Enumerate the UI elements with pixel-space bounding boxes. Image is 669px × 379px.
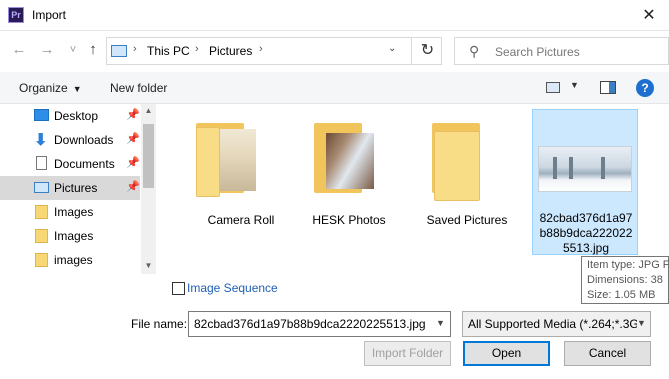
image-sequence-label[interactable]: Image Sequence — [187, 281, 278, 295]
image-sequence-checkbox[interactable] — [172, 282, 185, 295]
file-name-label: File name: — [131, 317, 188, 331]
file-name-line: b88b9dca222022 — [539, 226, 633, 240]
organize-button[interactable]: Organize ▼ — [19, 81, 82, 95]
breadcrumb-separator: › — [195, 43, 199, 55]
view-options-chevron-icon[interactable]: ▼ — [570, 80, 579, 90]
desktop-icon — [34, 109, 49, 121]
sidebar-item-label: Downloads — [54, 133, 114, 147]
file-name-field[interactable]: 82cbad376d1a97b88b9dca2220225513.jpg ▼ — [188, 311, 451, 337]
address-bar[interactable]: › This PC › Pictures › ⌄ ↻ — [106, 37, 442, 65]
tooltip-size: Size: 1.05 MB — [587, 289, 656, 301]
file-type-value: All Supported Media (*.264;*.3G — [468, 317, 639, 331]
folder-preview-thumbnail — [326, 133, 374, 189]
sidebar-item-pictures[interactable]: Pictures 📌 — [0, 176, 140, 200]
file-type-select[interactable]: All Supported Media (*.264;*.3G ▼ — [462, 311, 651, 337]
pin-icon: 📌 — [126, 109, 140, 121]
file-name: HESK Photos — [312, 213, 386, 227]
sidebar-item-images[interactable]: Images — [0, 224, 140, 248]
chevron-down-icon: ▼ — [637, 318, 646, 328]
tooltip-item-type: Item type: JPG F — [587, 259, 669, 271]
chevron-down-icon: ▼ — [72, 84, 82, 94]
breadcrumb-pictures[interactable]: Pictures — [209, 44, 252, 58]
folder-preview-thumbnail — [218, 129, 256, 191]
breadcrumb-this-pc[interactable]: This PC — [147, 44, 190, 58]
title-bar: Pr Import ✕ — [0, 0, 669, 31]
folder-front-icon — [434, 131, 480, 201]
import-folder-button[interactable]: Import Folder — [364, 341, 451, 366]
search-input[interactable]: Search Pictures — [495, 45, 580, 59]
sidebar-item-label: Pictures — [54, 181, 98, 195]
pin-icon: 📌 — [126, 157, 140, 169]
sidebar-item-label: images — [54, 253, 93, 267]
sidebar-item-images-lowercase[interactable]: images — [0, 248, 140, 272]
file-item-image-selected[interactable]: 82cbad376d1a97 b88b9dca222022 5513.jpg — [532, 109, 638, 255]
command-bar: Organize ▼ New folder ▼ ? — [0, 72, 669, 104]
file-name-line: 5513.jpg — [562, 241, 610, 255]
sidebar-item-label: Images — [54, 205, 94, 219]
file-name-value: 82cbad376d1a97b88b9dca2220225513.jpg — [194, 317, 426, 331]
file-list: Camera Roll HESK Photos Saved Pictures 8… — [156, 104, 669, 274]
file-info-tooltip: Item type: JPG F Dimensions: 38 Size: 1.… — [581, 256, 669, 304]
file-name: Camera Roll — [207, 213, 275, 227]
new-folder-button[interactable]: New folder — [110, 81, 167, 95]
recent-locations-button[interactable]: ˅ — [62, 38, 84, 62]
help-icon[interactable]: ? — [636, 79, 654, 97]
image-thumbnail — [538, 146, 632, 192]
document-icon — [36, 156, 47, 170]
search-box[interactable]: ⚲ Search Pictures — [454, 37, 669, 65]
breadcrumb-separator: › — [259, 43, 263, 55]
folder-icon — [35, 229, 48, 243]
close-button[interactable]: ✕ — [632, 3, 666, 29]
file-item-camera-roll[interactable]: Camera Roll — [188, 109, 294, 255]
folder-icon — [35, 253, 48, 267]
pin-icon: 📌 — [126, 133, 140, 145]
sidebar-scrollbar-thumb[interactable] — [143, 124, 154, 188]
premiere-app-icon: Pr — [8, 7, 24, 23]
pin-icon: 📌 — [126, 181, 140, 193]
preview-pane-icon[interactable] — [600, 81, 616, 94]
sidebar-item-desktop[interactable]: Desktop 📌 — [0, 104, 140, 128]
window-title: Import — [32, 8, 67, 22]
refresh-button[interactable]: ↻ — [411, 38, 443, 64]
up-button[interactable]: ↑ — [82, 38, 104, 62]
sidebar-item-label: Documents — [54, 157, 115, 171]
file-item-hesk-photos[interactable]: HESK Photos — [296, 109, 402, 255]
folder-icon — [35, 205, 48, 219]
back-button[interactable]: ← — [8, 38, 30, 62]
sidebar-item-images[interactable]: Images — [0, 200, 140, 224]
file-item-saved-pictures[interactable]: Saved Pictures — [414, 109, 520, 255]
forward-button[interactable]: → — [36, 38, 58, 62]
search-icon: ⚲ — [469, 43, 480, 59]
open-button[interactable]: Open — [463, 341, 550, 366]
sidebar-item-label: Desktop — [54, 109, 99, 123]
organize-label: Organize — [19, 81, 68, 95]
chevron-down-icon[interactable]: ▼ — [436, 318, 445, 328]
sidebar-item-documents[interactable]: Documents 📌 — [0, 152, 140, 176]
scroll-up-arrow-icon[interactable]: ▲ — [141, 106, 156, 115]
scroll-down-arrow-icon[interactable]: ▼ — [141, 261, 156, 270]
pictures-icon — [34, 182, 49, 193]
download-icon: ⬇ — [34, 132, 48, 149]
sidebar-item-label: Images — [54, 229, 94, 243]
file-name: Saved Pictures — [426, 213, 508, 227]
tooltip-dimensions: Dimensions: 38 — [587, 274, 663, 286]
folder-front-icon — [196, 127, 220, 197]
address-dropdown-icon[interactable]: ⌄ — [388, 43, 396, 54]
cancel-button[interactable]: Cancel — [564, 341, 651, 366]
file-name-line: 82cbad376d1a97 — [539, 211, 633, 225]
pictures-location-icon — [111, 45, 127, 57]
breadcrumb-separator: › — [133, 43, 137, 55]
navigation-pane: Desktop 📌 ⬇ Downloads 📌 Documents 📌 Pict… — [0, 104, 156, 274]
change-view-icon[interactable] — [546, 82, 560, 93]
sidebar-item-downloads[interactable]: ⬇ Downloads 📌 — [0, 128, 140, 152]
